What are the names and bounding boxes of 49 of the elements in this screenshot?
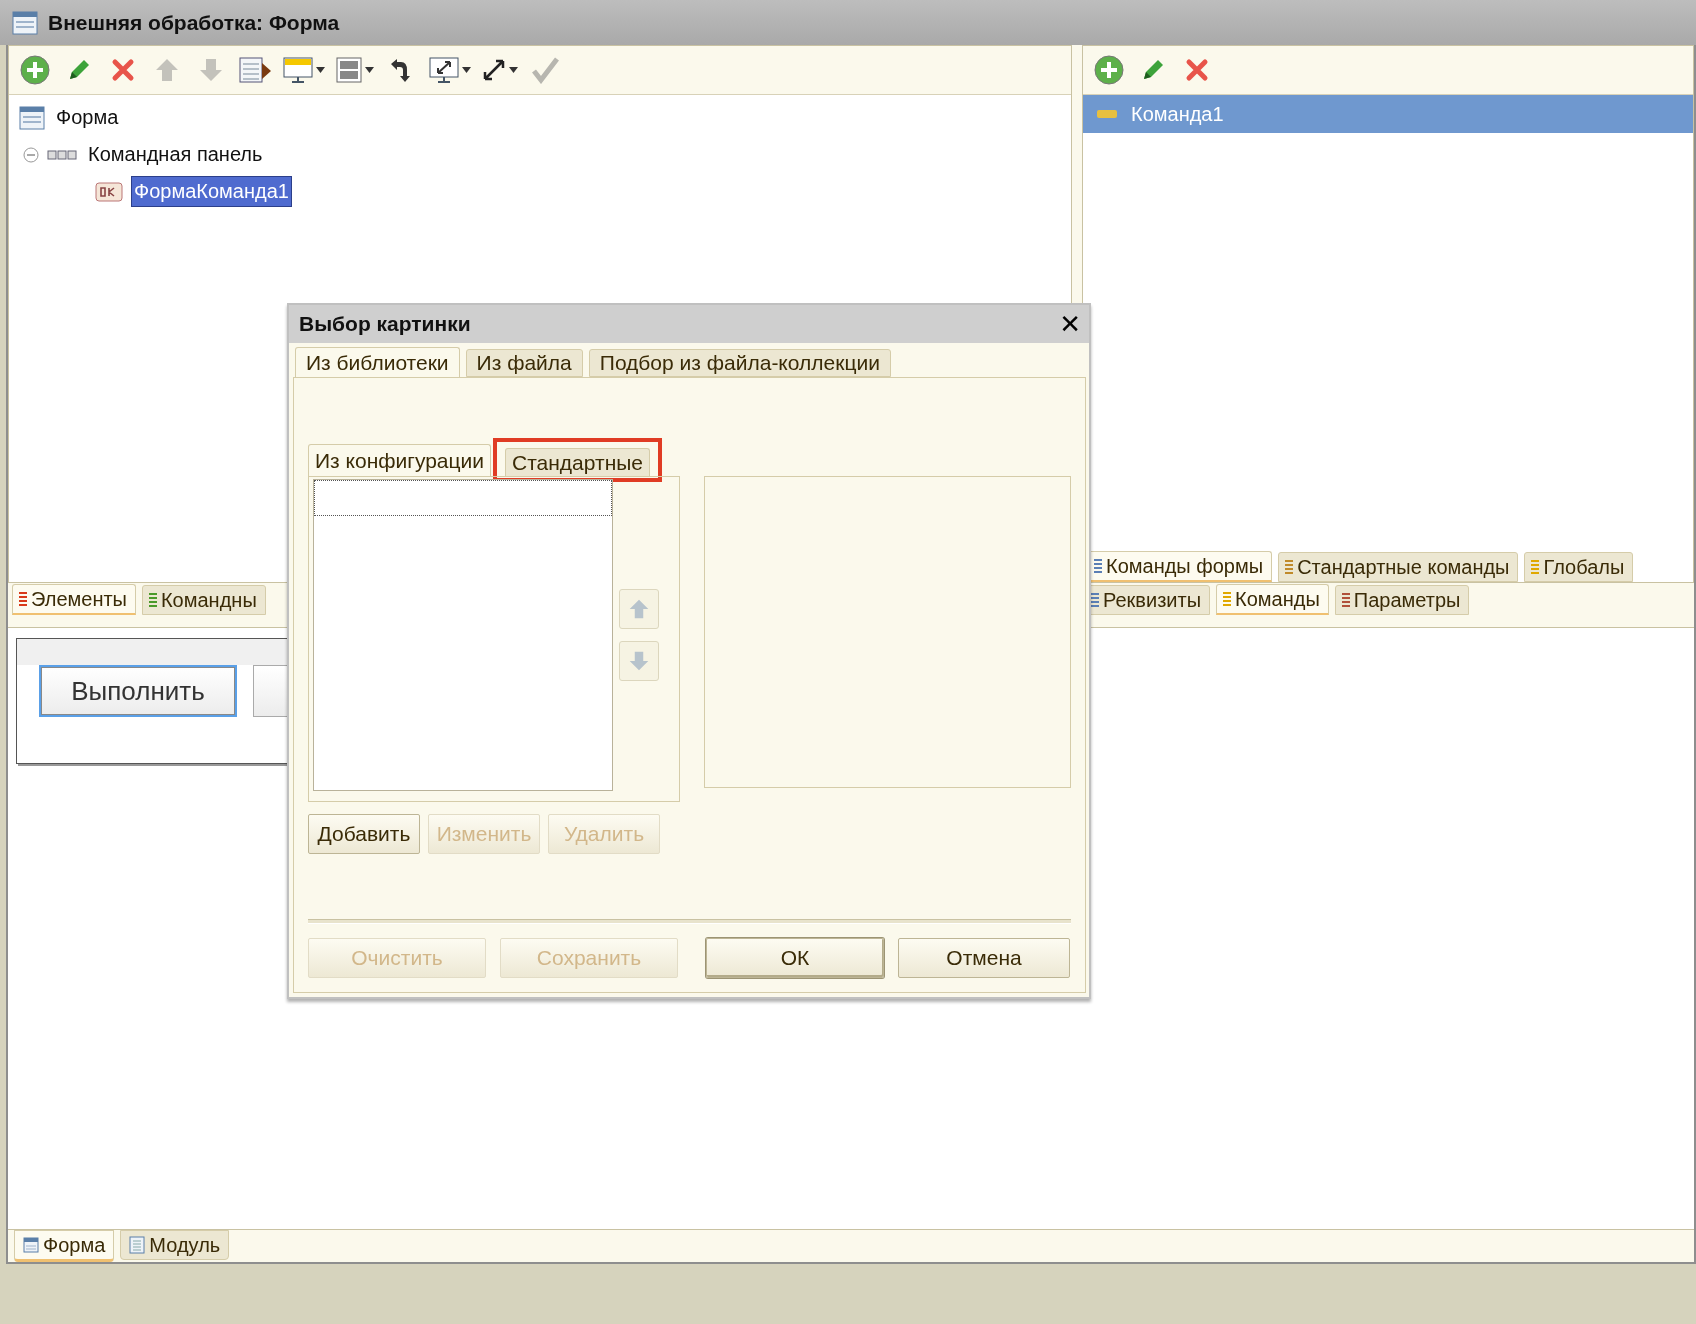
tab[interactable]: Элементы xyxy=(12,584,136,615)
form-icon xyxy=(12,10,38,35)
table-icon xyxy=(238,55,272,85)
tab[interactable]: Из конфигурации xyxy=(308,444,492,476)
form-icon xyxy=(19,105,45,130)
caret-icon xyxy=(316,67,325,73)
layout-icon xyxy=(335,56,363,84)
dialog-title: Выбор картинки xyxy=(299,312,471,336)
ok-button-icon xyxy=(95,181,123,202)
tab[interactable]: Подбор из файла-коллекции xyxy=(588,349,891,377)
add-icon xyxy=(1093,54,1125,86)
document-icon xyxy=(129,1236,146,1254)
tab[interactable]: Команды xyxy=(1216,584,1329,615)
screen-resize-icon xyxy=(428,56,460,84)
dash-icon xyxy=(1097,110,1117,118)
tab[interactable]: Из файла xyxy=(465,349,583,377)
tab[interactable]: Из библиотеки xyxy=(295,347,460,377)
checkmark-icon xyxy=(531,56,559,84)
monitor-icon xyxy=(282,56,314,84)
collapse-icon[interactable] xyxy=(23,146,39,163)
arrow-up-icon xyxy=(154,57,180,83)
tab[interactable]: Параметры xyxy=(1334,585,1470,615)
dialog-button[interactable]: Добавить xyxy=(308,814,420,854)
tab[interactable]: Модуль xyxy=(120,1230,230,1260)
dialog-button[interactable]: Отмена xyxy=(898,938,1070,978)
arrow-down-icon xyxy=(198,57,224,83)
delete-icon xyxy=(110,57,136,83)
tree-item[interactable]: Командная панель xyxy=(85,139,266,170)
form-icon xyxy=(23,1237,39,1253)
command-bar-icon xyxy=(47,148,77,161)
window-title: Внешняя обработка: Форма xyxy=(48,10,340,35)
tab[interactable]: Стандартные команды xyxy=(1278,552,1519,582)
dialog-button[interactable]: ОК xyxy=(706,938,884,978)
tree-item[interactable]: Форма xyxy=(53,102,122,133)
tab[interactable]: Командны xyxy=(141,585,266,615)
arrow-up-icon xyxy=(628,598,650,620)
tree-item[interactable]: ФормаКоманда1 xyxy=(131,176,292,207)
add-icon xyxy=(19,54,51,86)
tab[interactable]: Форма xyxy=(14,1230,115,1262)
tab[interactable]: Глобалы xyxy=(1524,552,1634,582)
caret-icon xyxy=(462,67,471,73)
resize-icon xyxy=(481,57,507,83)
caret-icon xyxy=(365,67,374,73)
caret-icon xyxy=(509,67,518,73)
preview-button[interactable]: Выполнить xyxy=(39,665,237,717)
arrow-down-icon xyxy=(628,650,650,672)
tab[interactable]: Стандартные xyxy=(505,448,650,476)
delete-icon xyxy=(1184,57,1210,83)
close-button[interactable]: ✕ xyxy=(1059,311,1081,337)
